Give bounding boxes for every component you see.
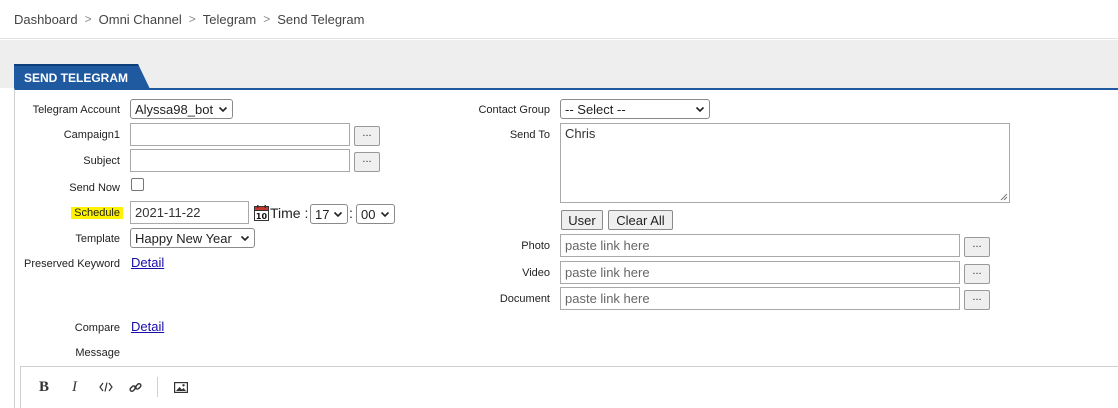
photo-browse-button[interactable]: ... — [964, 237, 990, 257]
photo-label: Photo — [521, 240, 550, 252]
chevron-down-icon — [695, 106, 705, 113]
template-select[interactable]: Happy New Year — [130, 228, 255, 248]
document-input[interactable] — [560, 287, 960, 310]
header-band — [0, 40, 1118, 88]
time-label: Time : — [270, 205, 309, 221]
calendar-icon[interactable]: 10 — [254, 205, 269, 221]
breadcrumb-separator: > — [263, 12, 271, 26]
template-value: Happy New Year — [135, 230, 232, 246]
time-colon: : — [349, 205, 353, 221]
chevron-down-icon — [240, 235, 250, 242]
video-input[interactable] — [560, 261, 960, 284]
image-button[interactable] — [173, 379, 189, 395]
resize-handle-icon[interactable] — [1000, 193, 1008, 201]
chevron-down-icon — [380, 211, 390, 218]
telegram-account-value: Alyssa98_bot — [135, 101, 214, 117]
document-browse-button[interactable]: ... — [964, 290, 990, 310]
breadcrumb-telegram[interactable]: Telegram — [203, 12, 256, 27]
document-label: Document — [499, 293, 550, 305]
breadcrumb-dashboard[interactable]: Dashboard — [14, 12, 78, 27]
subject-input[interactable] — [130, 149, 350, 172]
user-button[interactable]: User — [561, 210, 603, 230]
photo-input[interactable] — [560, 234, 960, 257]
schedule-date-input[interactable] — [130, 201, 249, 224]
breadcrumb-separator: > — [84, 12, 92, 26]
schedule-label: Schedule — [71, 207, 123, 219]
video-browse-button[interactable]: ... — [964, 264, 990, 284]
link-icon — [128, 382, 142, 392]
telegram-account-select[interactable]: Alyssa98_bot — [130, 99, 233, 119]
contact-group-value: -- Select -- — [565, 101, 626, 117]
bold-button[interactable]: B — [39, 379, 49, 395]
schedule-hour-select[interactable]: 17 — [310, 204, 348, 224]
chevron-down-icon — [333, 211, 343, 218]
contact-group-label: Contact Group — [478, 104, 550, 116]
clear-all-button[interactable]: Clear All — [608, 210, 673, 230]
schedule-minute-select[interactable]: 00 — [356, 204, 395, 224]
send-now-label: Send Now — [69, 182, 120, 194]
video-label: Video — [522, 267, 550, 279]
code-icon — [99, 382, 113, 392]
chevron-down-icon — [218, 106, 228, 113]
image-icon — [174, 381, 188, 393]
template-label: Template — [75, 233, 120, 245]
schedule-minute-value: 00 — [361, 206, 376, 222]
breadcrumb-send-telegram: Send Telegram — [277, 11, 365, 27]
schedule-hour-value: 17 — [315, 206, 330, 222]
toolbar-divider — [157, 377, 158, 397]
preserved-keyword-label: Preserved Keyword — [24, 258, 120, 270]
campaign-input[interactable] — [130, 123, 350, 146]
compare-label: Compare — [74, 322, 120, 334]
breadcrumb-omni-channel[interactable]: Omni Channel — [99, 12, 182, 27]
tab-send-telegram[interactable]: SEND TELEGRAM — [14, 64, 150, 89]
code-button[interactable] — [98, 379, 114, 395]
send-now-checkbox[interactable] — [131, 178, 144, 191]
compare-detail-link[interactable]: Detail — [131, 319, 164, 334]
link-button[interactable] — [127, 379, 143, 395]
send-to-textarea[interactable]: Chris — [560, 123, 1010, 203]
breadcrumb: Dashboard > Omni Channel > Telegram > Se… — [0, 0, 1118, 39]
italic-button[interactable]: I — [72, 379, 77, 395]
telegram-account-label: Telegram Account — [32, 104, 120, 116]
campaign-label: Campaign1 — [63, 129, 120, 141]
subject-browse-button[interactable]: ... — [354, 152, 380, 172]
send-to-label: Send To — [509, 129, 550, 141]
campaign-browse-button[interactable]: ... — [354, 126, 380, 146]
subject-label: Subject — [83, 155, 120, 167]
preserved-keyword-detail-link[interactable]: Detail — [131, 255, 164, 270]
svg-text:10: 10 — [256, 212, 268, 221]
contact-group-select[interactable]: -- Select -- — [560, 99, 710, 119]
breadcrumb-separator: > — [188, 12, 196, 26]
message-label: Message — [75, 347, 120, 359]
message-editor[interactable]: B I — [20, 366, 1118, 408]
